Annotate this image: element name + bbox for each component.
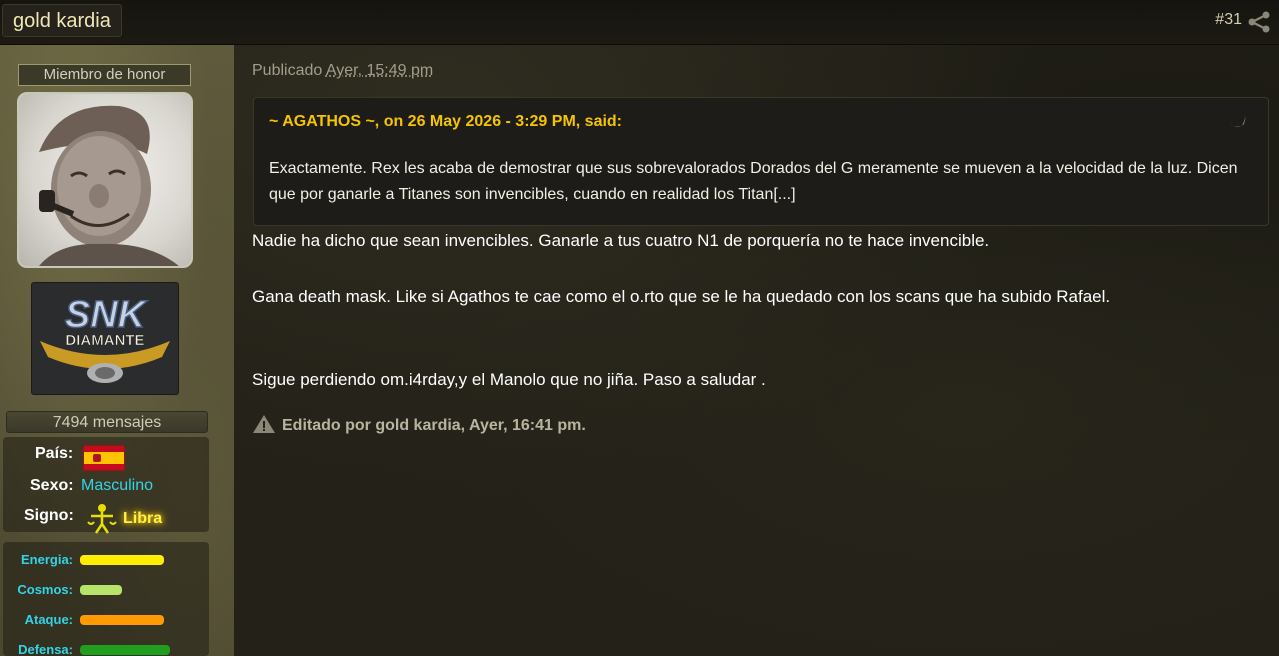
post-number-link[interactable]: #31 [1215,11,1242,29]
snk-diamante-logo: SNK DIAMANTE [31,282,179,395]
stat-label: Cosmos: [17,582,73,597]
posted-date: Publicado Ayer, 15:49 pm [252,62,433,80]
view-post-icon[interactable] [1228,114,1248,130]
stat-label: Defensa: [18,642,73,656]
posts-count: 7494 mensajes [6,411,208,433]
stat-bar [80,645,170,655]
sex-label: Sexo: [30,477,74,494]
stat-label: Ataque: [24,612,73,627]
post-line-3: Sigue perdiendo om.i4rday,y el Manolo qu… [252,370,766,389]
spain-flag-icon [83,445,125,471]
author-sidebar: Miembro de honor SNK DIAMANTE 7494 mensa… [0,45,234,656]
edit-note-text: Editado por gold kardia, Ayer, 16:41 pm. [282,417,586,434]
country-label: País: [35,445,74,462]
post-header: gold kardia #31 [0,0,1279,45]
warning-icon [253,415,275,433]
profile-info: País: Sexo: Masculino Signo: Libra [3,437,209,534]
post-content: Publicado Ayer, 15:49 pm ~ AGATHOS ~, on… [234,45,1279,656]
quote-text: Exactamente. Rex les acaba de demostrar … [269,160,1238,203]
post-line-2: Gana death mask. Like si Agathos te cae … [252,287,1111,306]
posted-prefix: Publicado [252,62,323,79]
rank-badge: Miembro de honor [18,64,191,86]
sign-label: Signo: [24,507,74,524]
stat-bar [80,555,164,565]
svg-text:DIAMANTE: DIAMANTE [65,332,144,349]
stat-bar [80,615,164,625]
avatar[interactable] [17,92,193,268]
share-icon[interactable] [1247,10,1271,34]
svg-text:SNK: SNK [65,294,148,336]
sign-value: Libra [123,510,163,527]
quote-citation: ~ AGATHOS ~, on 26 May 2026 - 3:29 PM, s… [269,113,623,130]
stat-label: Energia: [20,552,73,567]
sex-value: Masculino [81,477,154,494]
author-name-link[interactable]: gold kardia [2,4,122,37]
stats-panel: Energia: Cosmos: Ataque: Defensa: [3,542,209,656]
avatar-image [39,105,179,266]
edit-note: Editado por gold kardia, Ayer, 16:41 pm. [252,414,586,435]
stat-bar [80,585,122,595]
quote-block: ~ AGATHOS ~, on 26 May 2026 - 3:29 PM, s… [253,97,1269,226]
post-line-1: Nadie ha dicho que sean invencibles. Gan… [252,231,990,250]
libra-zodiac-icon [87,504,117,534]
posted-time: Ayer, 15:49 pm [325,62,434,79]
